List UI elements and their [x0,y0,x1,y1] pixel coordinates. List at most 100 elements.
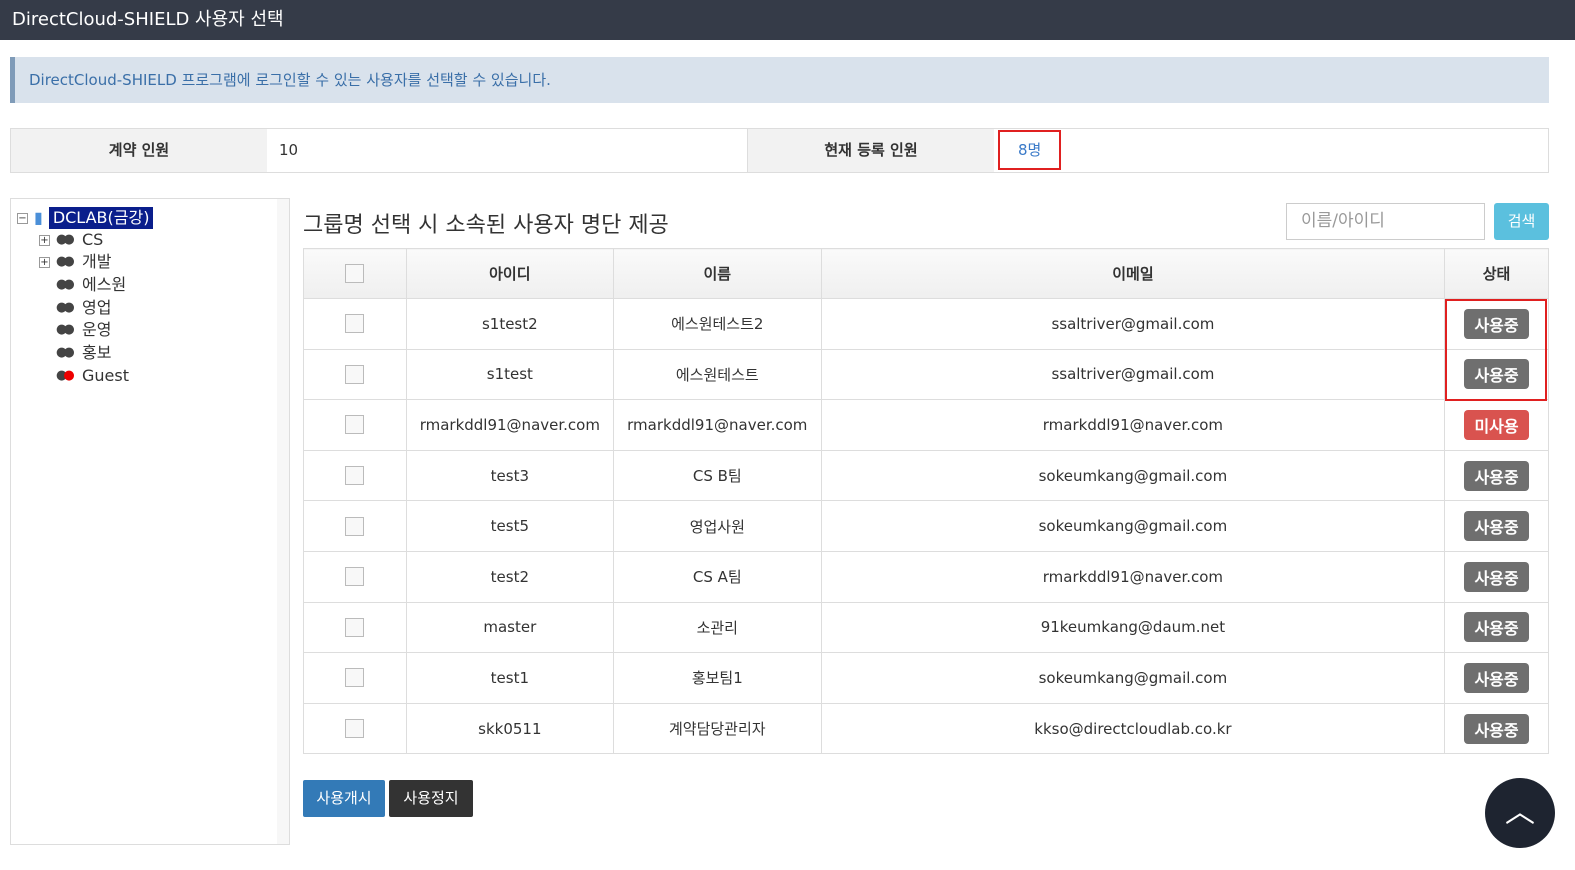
tree-label: 운영 [82,320,112,339]
table-row[interactable]: master 소관리 91keumkang@daum.net 사용중 [303,601,1549,654]
stop-use-button[interactable]: 사용정지 [389,780,473,817]
tree-item-cs[interactable]: + ●● CS [39,229,103,251]
tree-root[interactable]: − ▮ DCLAB(금강) [17,207,154,229]
tree-label: 개발 [82,252,112,271]
cell-email: rmarkddl91@naver.com [820,399,1446,451]
cell-name: 계약담당관리자 [612,702,822,755]
status-badge: 사용중 [1464,662,1529,693]
collapse-icon[interactable]: − [17,212,28,224]
row-checkbox[interactable] [345,516,365,536]
row-checkbox[interactable] [345,314,365,334]
tree-label: 영업 [82,298,112,317]
tree-item-sales[interactable]: ●● 영업 [56,297,111,319]
user-table: 아이디 이름 이메일 상태 s1test2 에스원테스트2 ssaltriver… [303,248,1549,755]
table-row[interactable]: s1test 에스원테스트 ssaltriver@gmail.com 사용중 [303,348,1549,401]
status-badge: 사용중 [1464,511,1529,542]
row-select [303,550,407,603]
expand-icon[interactable]: + [39,234,50,246]
table-row[interactable]: test5 영업사원 sokeumkang@gmail.com 사용중 [303,500,1549,552]
splitter-handle[interactable] [277,199,289,844]
cell-status: 사용중 [1444,652,1549,704]
row-checkbox[interactable] [345,364,365,384]
col-status: 상태 [1444,248,1549,299]
table-row[interactable]: s1test2 에스원테스트2 ssaltriver@gmail.com 사용중 [303,298,1549,350]
select-all-header [303,248,407,299]
current-label: 현재 등록 인원 [748,129,994,172]
cell-status: 사용중 [1444,550,1549,603]
cell-email: rmarkddl91@naver.com [820,550,1446,603]
tree-label: 홍보 [82,343,112,362]
table-row[interactable]: skk0511 계약담당관리자 kkso@directcloudlab.co.k… [303,702,1549,755]
tree-label: Guest [82,366,129,385]
building-icon: ▮ [34,208,43,227]
cell-email: sokeumkang@gmail.com [820,652,1446,704]
contract-value: 10 [267,129,748,172]
row-checkbox[interactable] [345,567,365,587]
search-input[interactable]: 이름/아이디 [1286,203,1485,240]
select-all-checkbox[interactable] [345,264,365,283]
row-checkbox[interactable] [345,415,365,435]
group-icon: ●● [56,277,75,292]
tree-item-guest[interactable]: ●● Guest [56,365,129,387]
tree-label: 에스원 [82,275,127,294]
table-row[interactable]: test2 CS A팀 rmarkddl91@naver.com 사용중 [303,550,1549,603]
cell-id: test5 [405,500,614,552]
tree-label: CS [82,230,104,249]
cell-email: sokeumkang@gmail.com [820,500,1446,552]
table-row[interactable]: rmarkddl91@naver.com rmarkddl91@naver.co… [303,399,1549,451]
search-button[interactable]: 검색 [1494,203,1549,240]
guest-group-icon: ●● [56,368,75,383]
status-badge: 미사용 [1464,409,1529,440]
row-select [303,500,407,552]
cell-name: rmarkddl91@naver.com [612,399,822,451]
row-checkbox[interactable] [345,617,365,637]
current-count: 8명 [998,130,1062,170]
start-use-button[interactable]: 사용개시 [303,780,385,817]
cell-name: 홍보팀1 [612,652,822,704]
row-select [303,601,407,654]
group-icon: ●● [56,300,75,315]
tree-item-ops[interactable]: ●● 운영 [56,319,111,341]
info-message: DirectCloud-SHIELD 프로그램에 로그인할 수 있는 사용자를 … [10,57,1549,103]
scroll-top-button[interactable]: ︿ [1485,778,1555,848]
row-select [303,702,407,755]
cell-email: ssaltriver@gmail.com [820,298,1446,350]
cell-name: 에스원테스트 [612,348,822,401]
expand-icon[interactable]: + [39,256,50,268]
cell-name: 소관리 [612,601,822,654]
cell-id: s1test [405,348,614,401]
status-badge: 사용중 [1464,561,1529,592]
cell-name: CS B팀 [612,449,822,502]
table-row[interactable]: test1 홍보팀1 sokeumkang@gmail.com 사용중 [303,652,1549,704]
group-icon: ●● [56,322,75,337]
cell-name: 에스원테스트2 [612,298,822,350]
cell-status: 사용중 [1444,601,1549,654]
cell-name: CS A팀 [612,550,822,603]
tree-item-pr[interactable]: ●● 홍보 [56,342,111,364]
tree-item-dev[interactable]: + ●● 개발 [39,251,111,273]
cell-id: master [405,601,614,654]
row-checkbox[interactable] [345,668,365,688]
chevron-up-icon: ︿ [1505,795,1535,830]
cell-status: 사용중 [1444,702,1549,755]
cell-status: 사용중 [1444,500,1549,552]
group-icon: ●● [56,232,75,247]
table-row[interactable]: test3 CS B팀 sokeumkang@gmail.com 사용중 [303,449,1549,502]
cell-status: 사용중 [1444,449,1549,502]
cell-id: test3 [405,449,614,502]
cell-id: skk0511 [405,702,614,755]
cell-id: rmarkddl91@naver.com [405,399,614,451]
cell-email: 91keumkang@daum.net [820,601,1446,654]
window-title: DirectCloud-SHIELD 사용자 선택 [0,0,1575,40]
row-select [303,652,407,704]
row-checkbox[interactable] [345,719,365,739]
cell-email: sokeumkang@gmail.com [820,449,1446,502]
row-checkbox[interactable] [345,466,365,486]
cell-id: s1test2 [405,298,614,350]
tree-item-s1[interactable]: ●● 에스원 [56,274,126,296]
cell-email: ssaltriver@gmail.com [820,348,1446,401]
section-title: 그룹명 선택 시 소속된 사용자 명단 제공 [303,213,669,238]
status-badge: 사용중 [1464,460,1529,491]
cell-email: kkso@directcloudlab.co.kr [820,702,1446,755]
group-tree: − ▮ DCLAB(금강) + ●● CS + ●● 개발 ●● 에스원 ●● 영업 ●● 운영 … [10,198,290,845]
